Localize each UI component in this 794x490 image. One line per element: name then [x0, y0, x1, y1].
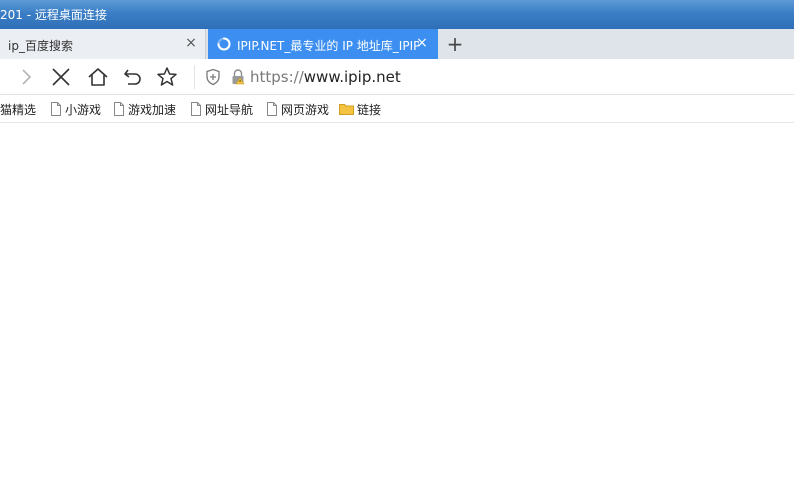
web-page-viewport[interactable]: [0, 124, 794, 490]
page-icon: [267, 102, 277, 116]
bookmark-label: 游戏加速: [128, 103, 177, 117]
navigation-toolbar: https://www.ipip.net: [0, 59, 794, 95]
loading-spinner-icon: [217, 37, 231, 51]
bookmark-label: 小游戏: [65, 103, 102, 117]
url-scheme: https://: [250, 68, 304, 86]
undo-closed-tab-button[interactable]: [121, 65, 145, 89]
chevron-right-icon: [22, 69, 32, 85]
tab-ipip-net[interactable]: IPIP.NET_最专业的 IP 地址库_IPIP ×: [208, 29, 438, 59]
tab-strip: ip_百度搜索 × IPIP.NET_最专业的 IP 地址库_IPIP × +: [0, 29, 794, 59]
close-icon: [52, 68, 70, 86]
close-icon[interactable]: ×: [415, 36, 429, 50]
folder-icon: [339, 104, 354, 115]
page-icon: [191, 102, 201, 116]
new-tab-button[interactable]: +: [444, 33, 466, 55]
toolbar-divider: [194, 65, 195, 89]
tab-title: IPIP.NET_最专业的 IP 地址库_IPIP: [237, 39, 419, 53]
page-icon: [51, 102, 61, 116]
tab-baidu-search[interactable]: ip_百度搜索 ×: [0, 29, 206, 59]
bookmark-label: 链接: [357, 103, 382, 117]
star-icon: [157, 67, 177, 86]
bookmark-label: 网址导航: [205, 103, 254, 117]
bookmark-label: 网页游戏: [281, 103, 330, 117]
close-icon[interactable]: ×: [184, 36, 198, 50]
url-text[interactable]: https://www.ipip.net: [250, 68, 401, 86]
home-button[interactable]: [86, 65, 110, 89]
address-bar[interactable]: https://www.ipip.net: [205, 65, 765, 89]
stop-button[interactable]: [49, 65, 73, 89]
bookmark-label: 猫精选: [0, 103, 37, 117]
page-icon: [114, 102, 124, 116]
favorite-button[interactable]: [155, 65, 179, 89]
home-icon: [88, 68, 108, 86]
url-host: www.ipip.net: [303, 68, 401, 86]
window-title: 201 - 远程桌面连接: [0, 8, 107, 22]
window-titlebar: 201 - 远程桌面连接: [0, 0, 794, 29]
lock-icon[interactable]: [230, 68, 246, 86]
shield-icon[interactable]: [205, 68, 221, 86]
tab-title: ip_百度搜索: [8, 39, 73, 53]
undo-icon: [124, 69, 141, 85]
forward-button[interactable]: [14, 65, 38, 89]
bookmarks-bar: 猫精选 小游戏 游戏加速 网址导航 网页游戏 链接: [0, 95, 794, 123]
